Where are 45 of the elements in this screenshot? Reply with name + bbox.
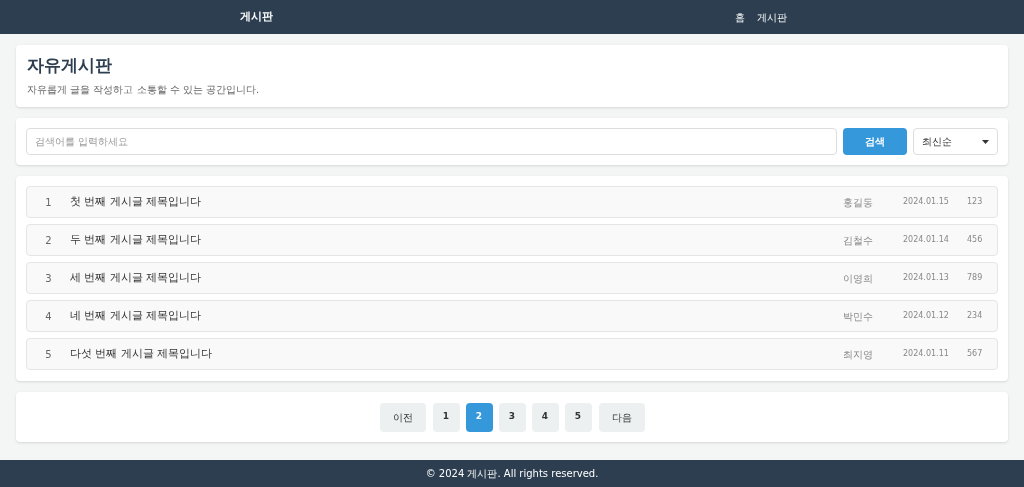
page-button[interactable]: 3 xyxy=(498,402,526,432)
post-title: 네 번째 게시글 제목입니다 xyxy=(70,307,203,324)
page-button[interactable]: 4 xyxy=(531,402,559,432)
post-views: 123 xyxy=(967,196,984,208)
post-views: 234 xyxy=(967,310,984,322)
post-date: 2024.01.11 xyxy=(903,348,950,360)
post-row[interactable]: 2 두 번째 게시글 제목입니다 김철수 2024.01.14 456 xyxy=(26,224,998,256)
page-button[interactable]: 1 xyxy=(432,402,460,432)
post-author: 최지영 xyxy=(843,347,874,362)
sort-dropdown[interactable]: 최신순 xyxy=(913,128,998,155)
post-title: 다섯 번째 게시글 제목입니다 xyxy=(70,345,214,362)
post-author: 박민수 xyxy=(843,309,874,324)
post-number: 5 xyxy=(44,347,53,362)
post-author: 이영희 xyxy=(843,271,874,286)
post-title: 세 번째 게시글 제목입니다 xyxy=(70,269,203,286)
page-button[interactable]: 5 xyxy=(564,402,592,432)
search-field[interactable]: 검색어를 입력하세요 xyxy=(26,128,837,155)
caret-icon xyxy=(982,139,989,144)
nav-link[interactable]: 게시판 xyxy=(757,9,787,25)
post-date: 2024.01.12 xyxy=(903,310,950,322)
post-number: 1 xyxy=(44,195,53,210)
post-date: 2024.01.13 xyxy=(903,272,950,284)
post-row[interactable]: 5 다섯 번째 게시글 제목입니다 최지영 2024.01.11 567 xyxy=(26,338,998,370)
nav-link[interactable]: 홈 xyxy=(735,9,745,25)
post-views: 789 xyxy=(967,272,984,284)
page-description: 자유롭게 글을 작성하고 소통할 수 있는 공간입니다. xyxy=(27,83,261,97)
post-row[interactable]: 1 첫 번째 게시글 제목입니다 홍길동 2024.01.15 123 xyxy=(26,186,998,218)
post-row[interactable]: 4 네 번째 게시글 제목입니다 박민수 2024.01.12 234 xyxy=(26,300,998,332)
copyright-text: © 2024 게시판. All rights reserved. xyxy=(425,467,599,481)
post-date: 2024.01.15 xyxy=(903,196,950,208)
post-views: 567 xyxy=(967,348,984,360)
page-title: 자유게시판 xyxy=(27,57,113,74)
next-button[interactable]: 다음 xyxy=(598,402,645,432)
post-views: 456 xyxy=(967,234,984,246)
post-author: 김철수 xyxy=(843,233,874,248)
site-logo[interactable]: 게시판 xyxy=(239,8,273,26)
post-title: 두 번째 게시글 제목입니다 xyxy=(70,231,203,248)
post-number: 2 xyxy=(44,233,53,248)
post-row[interactable]: 3 세 번째 게시글 제목입니다 이영희 2024.01.13 789 xyxy=(26,262,998,294)
post-number: 4 xyxy=(44,309,53,324)
previous-button[interactable]: 이전 xyxy=(379,402,426,432)
post-number: 3 xyxy=(44,271,53,286)
post-date: 2024.01.14 xyxy=(903,234,950,246)
post-title: 첫 번째 게시글 제목입니다 xyxy=(70,193,203,210)
post-author: 홍길동 xyxy=(843,195,874,210)
